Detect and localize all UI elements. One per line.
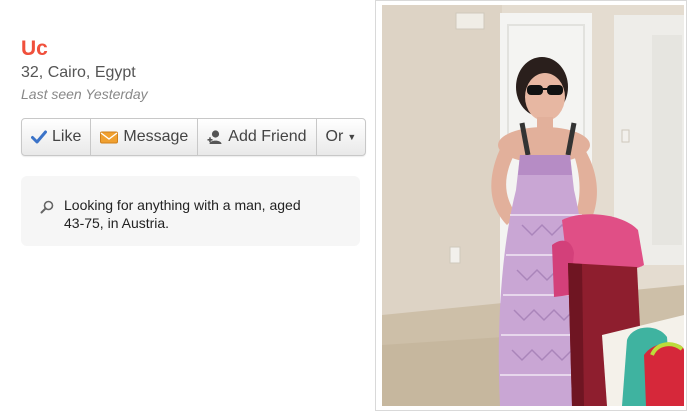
looking-for-text: Looking for anything with a man, aged 43… [64,197,301,231]
profile-photo[interactable] [382,5,684,406]
looking-for-panel: Looking for anything with a man, aged 43… [21,176,360,246]
add-friend-label: Add Friend [228,128,307,145]
like-label: Like [52,128,82,145]
profile-photo-frame [375,0,687,411]
message-button[interactable]: Message [91,119,199,155]
or-dropdown-button[interactable]: Or ▼ [317,119,366,155]
add-friend-button[interactable]: Add Friend [198,119,317,155]
like-button[interactable]: Like [22,119,92,155]
checkmark-icon [31,130,47,144]
profile-name: Uc [21,37,48,60]
message-label: Message [123,128,189,145]
profile-header: Uc 32, Cairo, Egypt Last seen Yesterday [21,36,361,103]
profile-actions: Like Message Add Friend Or ▼ [21,118,367,156]
caret-down-icon: ▼ [347,132,357,142]
add-friend-icon [207,129,223,145]
search-icon [40,200,54,219]
or-label: Or [325,128,344,145]
last-seen: Last seen Yesterday [21,86,148,102]
profile-details: 32, Cairo, Egypt [21,64,136,81]
envelope-icon [100,131,119,144]
